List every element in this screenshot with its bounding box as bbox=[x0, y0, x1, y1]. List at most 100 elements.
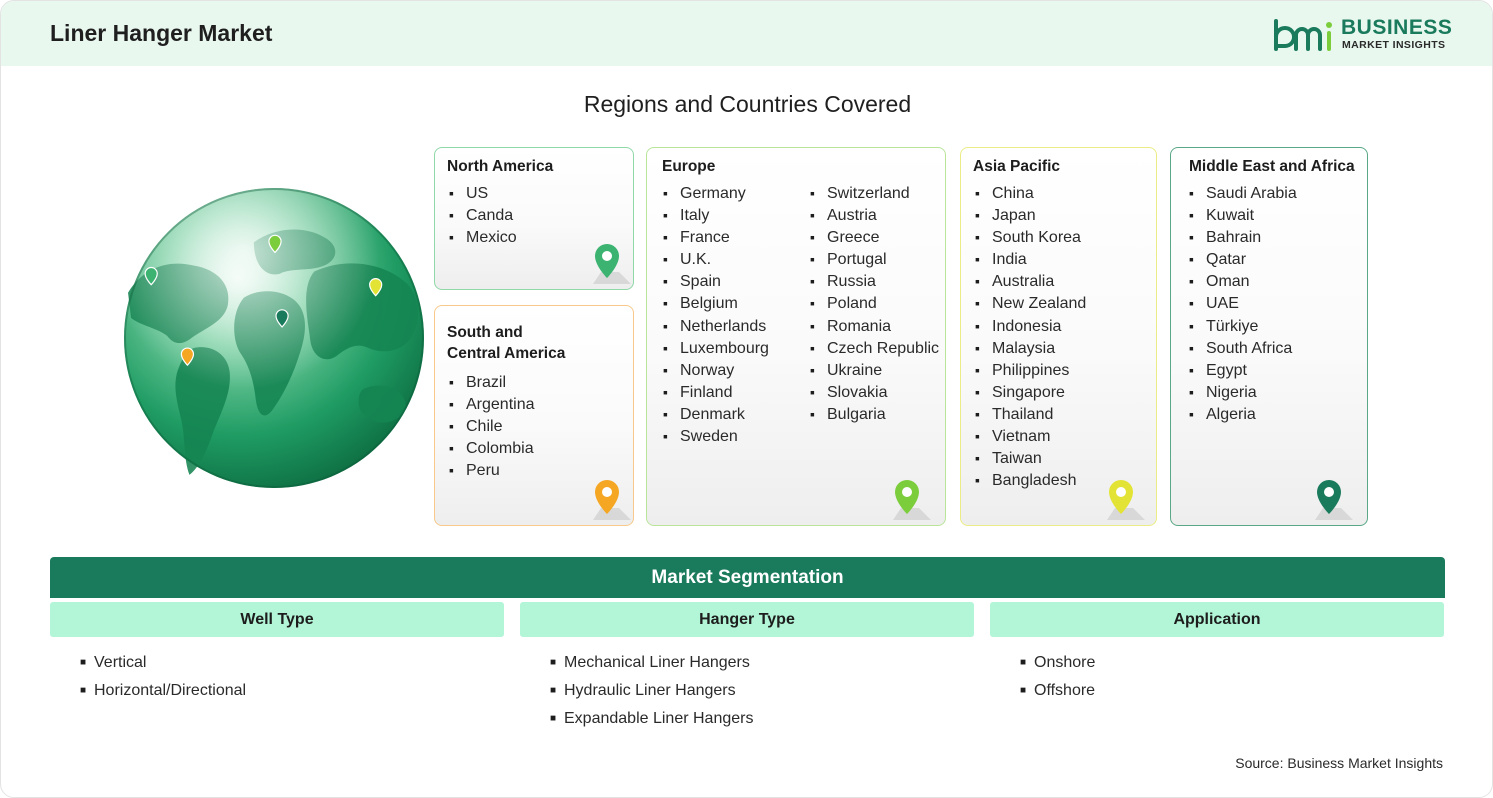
country-item: Sweden bbox=[663, 425, 769, 447]
country-item: Argentina bbox=[449, 393, 535, 415]
country-item: Greece bbox=[810, 226, 939, 248]
region-card-south-central-america: South and Central America Brazil Argenti… bbox=[434, 305, 634, 526]
company-logo: BUSINESS MARKET INSIGHTS bbox=[1272, 15, 1452, 55]
country-item: Brazil bbox=[449, 371, 535, 393]
country-item: Canda bbox=[449, 204, 517, 226]
country-item: Oman bbox=[1189, 270, 1297, 292]
country-item: India bbox=[975, 248, 1086, 270]
country-item: Poland bbox=[810, 292, 939, 314]
logo-line2: MARKET INSIGHTS bbox=[1342, 39, 1446, 51]
region-title-line1: South and bbox=[447, 324, 523, 341]
country-item: Japan bbox=[975, 204, 1086, 226]
country-item: Singapore bbox=[975, 381, 1086, 403]
country-item: Portugal bbox=[810, 248, 939, 270]
country-item: Germany bbox=[663, 182, 769, 204]
segment-item: Hydraulic Liner Hangers bbox=[550, 681, 753, 709]
region-title-line2: Central America bbox=[447, 345, 566, 362]
country-item: Bahrain bbox=[1189, 226, 1297, 248]
segment-item: Onshore bbox=[1020, 653, 1095, 681]
regions-title: Regions and Countries Covered bbox=[583, 91, 912, 117]
segment-item: Offshore bbox=[1020, 681, 1095, 709]
country-item: Bulgaria bbox=[810, 403, 939, 425]
region-title: North America bbox=[447, 158, 554, 175]
country-item: Nigeria bbox=[1189, 381, 1297, 403]
bmi-logo-mark-icon bbox=[1274, 19, 1332, 51]
country-item: New Zealand bbox=[975, 292, 1086, 314]
region-title: Asia Pacific bbox=[973, 158, 1061, 175]
segment-list-application: Onshore Offshore bbox=[1020, 653, 1095, 709]
segment-heading-well-type: Well Type bbox=[50, 602, 504, 637]
country-item: Taiwan bbox=[975, 447, 1086, 469]
segmentation-header: Market Segmentation bbox=[50, 557, 1445, 598]
location-pin-icon bbox=[1107, 480, 1145, 520]
segment-heading-label: Hanger Type bbox=[699, 611, 795, 628]
header-bar: Liner Hanger Market BUSINESS MARKET INSI… bbox=[1, 1, 1492, 66]
location-pin-icon bbox=[893, 480, 931, 520]
country-item: Italy bbox=[663, 204, 769, 226]
globe-icon bbox=[124, 188, 424, 488]
country-item: Philippines bbox=[975, 359, 1086, 381]
country-item: Romania bbox=[810, 315, 939, 337]
country-item: Denmark bbox=[663, 403, 769, 425]
page-title: Liner Hanger Market bbox=[50, 20, 273, 46]
country-item: Belgium bbox=[663, 292, 769, 314]
country-item: Ukraine bbox=[810, 359, 939, 381]
country-list: Brazil Argentina Chile Colombia Peru bbox=[449, 371, 535, 481]
country-item: Norway bbox=[663, 359, 769, 381]
country-item: Saudi Arabia bbox=[1189, 182, 1297, 204]
country-list: China Japan South Korea India Australia … bbox=[975, 182, 1086, 491]
region-card-asia-pacific: Asia Pacific China Japan South Korea Ind… bbox=[960, 147, 1157, 526]
segment-heading-label: Well Type bbox=[240, 611, 314, 628]
country-item: Austria bbox=[810, 204, 939, 226]
country-item: Türkiye bbox=[1189, 315, 1297, 337]
country-item: France bbox=[663, 226, 769, 248]
segment-item: Mechanical Liner Hangers bbox=[550, 653, 753, 681]
location-pin-icon bbox=[593, 244, 631, 284]
logo-line1: BUSINESS bbox=[1341, 16, 1453, 39]
country-item: Algeria bbox=[1189, 403, 1297, 425]
country-item: Chile bbox=[449, 415, 535, 437]
country-item: Czech Republic bbox=[810, 337, 939, 359]
country-item: South Korea bbox=[975, 226, 1086, 248]
country-list-col2: Switzerland Austria Greece Portugal Russ… bbox=[810, 182, 939, 425]
country-item: Kuwait bbox=[1189, 204, 1297, 226]
country-list: US Canda Mexico bbox=[449, 182, 517, 248]
country-item: Thailand bbox=[975, 403, 1086, 425]
country-item: Qatar bbox=[1189, 248, 1297, 270]
country-item: Malaysia bbox=[975, 337, 1086, 359]
segment-heading-application: Application bbox=[990, 602, 1444, 637]
location-pin-icon bbox=[1315, 480, 1353, 520]
segment-heading-label: Application bbox=[1173, 611, 1261, 628]
country-item: Australia bbox=[975, 270, 1086, 292]
infographic-frame: Liner Hanger Market BUSINESS MARKET INSI… bbox=[0, 0, 1493, 798]
segment-item: Horizontal/Directional bbox=[80, 681, 246, 709]
country-item: Peru bbox=[449, 459, 535, 481]
country-item: Colombia bbox=[449, 437, 535, 459]
country-item: Indonesia bbox=[975, 315, 1086, 337]
segment-list-hanger-type: Mechanical Liner Hangers Hydraulic Liner… bbox=[550, 653, 753, 737]
country-item: Mexico bbox=[449, 226, 517, 248]
country-item: Russia bbox=[810, 270, 939, 292]
country-item: South Africa bbox=[1189, 337, 1297, 359]
country-list: Saudi Arabia Kuwait Bahrain Qatar Oman U… bbox=[1189, 182, 1297, 425]
country-item: Spain bbox=[663, 270, 769, 292]
region-title: South and Central America bbox=[447, 322, 565, 364]
country-item: Luxembourg bbox=[663, 337, 769, 359]
country-item: Switzerland bbox=[810, 182, 939, 204]
country-item: US bbox=[449, 182, 517, 204]
segment-item: Vertical bbox=[80, 653, 246, 681]
country-item: Netherlands bbox=[663, 315, 769, 337]
country-item: U.K. bbox=[663, 248, 769, 270]
country-item: Vietnam bbox=[975, 425, 1086, 447]
country-item: China bbox=[975, 182, 1086, 204]
segment-heading-hanger-type: Hanger Type bbox=[520, 602, 974, 637]
segmentation-title: Market Segmentation bbox=[651, 567, 844, 588]
region-title: Middle East and Africa bbox=[1189, 158, 1355, 175]
country-item: Bangladesh bbox=[975, 469, 1086, 491]
country-item: Egypt bbox=[1189, 359, 1297, 381]
location-pin-icon bbox=[593, 480, 631, 520]
country-list-col1: Germany Italy France U.K. Spain Belgium … bbox=[663, 182, 769, 447]
country-item: UAE bbox=[1189, 292, 1297, 314]
region-card-europe: Europe Germany Italy France U.K. Spain B… bbox=[646, 147, 946, 526]
source-note: Source: Business Market Insights bbox=[1235, 755, 1443, 771]
